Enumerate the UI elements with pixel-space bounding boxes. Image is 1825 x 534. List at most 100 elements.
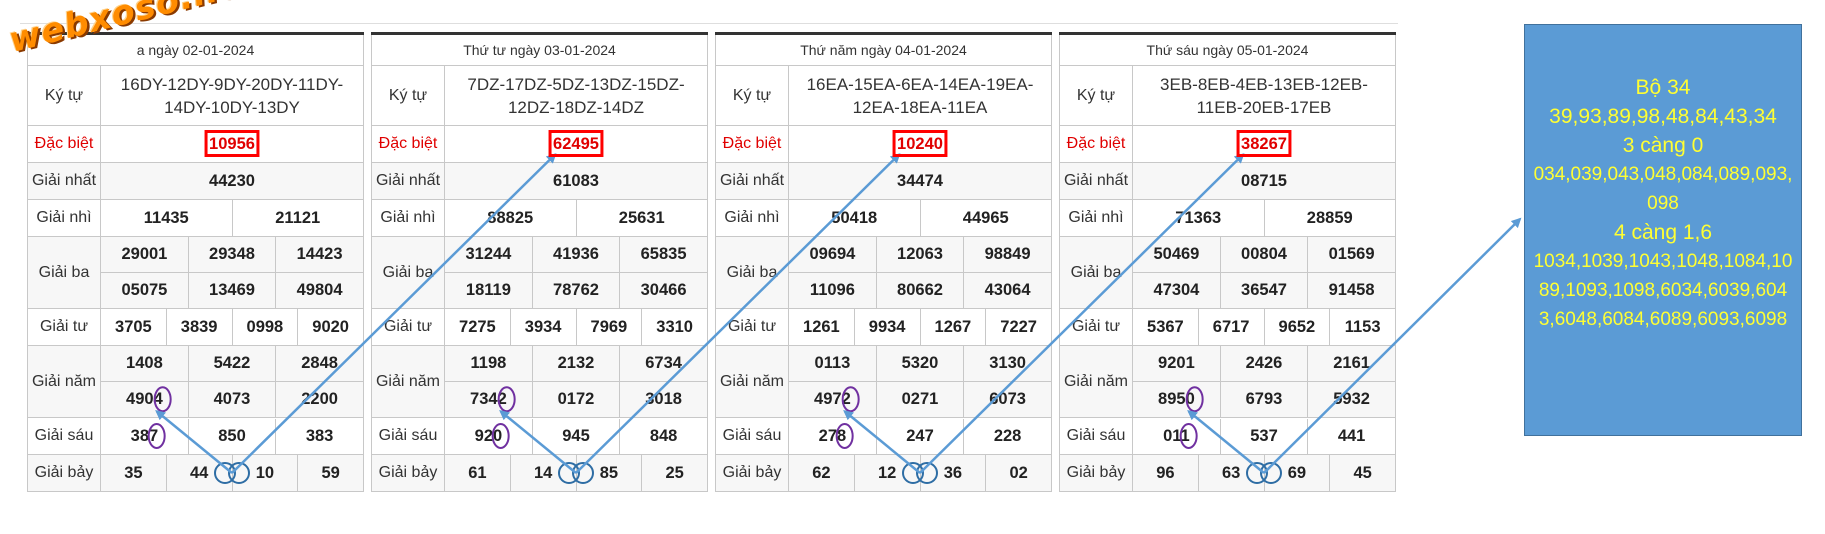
giai-tu-value: 9934	[853, 308, 921, 346]
giai-ba-value: 50469	[1133, 237, 1221, 273]
giai-nam-grid: 1198 2132 6734 7342 0172 3018	[444, 345, 708, 418]
giai-nam-grid: 1408 5422 2848 4904 4073 2200	[100, 345, 364, 418]
label-giai-nhat: Giải nhất	[27, 162, 101, 200]
ticket-date-header: Thứ năm ngày 04-01-2024	[715, 33, 1052, 66]
giai-tu-value: 7227	[985, 308, 1052, 346]
giai-ba-value: 11096	[789, 272, 877, 308]
giai-nam-value: 2200	[275, 381, 363, 417]
giai-nhi-value: 71363	[1132, 199, 1265, 237]
giai-nam-value: 0172	[532, 381, 621, 417]
giai-nam-value: 0113	[789, 346, 877, 382]
dac-biet-cell: 62495	[444, 125, 708, 163]
ky-tu-line-1: 16EA-15EA-6EA-14EA-19EA-	[806, 74, 1034, 94]
giai-sau-value: 383	[305, 426, 334, 445]
giai-bay-value: 59	[297, 454, 364, 492]
giai-bay-value: 63	[1197, 454, 1265, 492]
ky-tu-line-1: 7DZ-17DZ-5DZ-13DZ-15DZ-	[467, 74, 685, 94]
ky-tu-line-2: 12EA-18EA-11EA	[852, 97, 988, 117]
ky-tu-line-2: 11EB-20EB-17EB	[1196, 97, 1332, 117]
giai-ba-value: 31244	[445, 237, 533, 273]
label-giai-nam: Giải năm	[371, 345, 445, 418]
giai-nam-value: 5320	[876, 346, 965, 382]
infobox-4cang-title: 4 càng 1,6	[1613, 221, 1713, 244]
giai-nhat-value: 34474	[788, 162, 1052, 200]
label-giai-nhat: Giải nhất	[371, 162, 445, 200]
ky-tu-codes: 16EA-15EA-6EA-14EA-19EA- 12EA-18EA-11EA	[788, 65, 1052, 126]
giai-nam-grid: 9201 2426 2161 8950 6793 5932	[1132, 345, 1396, 418]
label-ky-tu: Ký tự	[27, 65, 101, 126]
label-giai-tu: Giải tư	[371, 308, 445, 346]
giai-bay-value: 14	[509, 454, 577, 492]
giai-tu-value: 3310	[641, 308, 708, 346]
label-giai-sau: Giải sáu	[371, 417, 445, 455]
dac-biet-cell: 10956	[100, 125, 364, 163]
giai-ba-value: 47304	[1133, 272, 1221, 308]
giai-tu-value: 5367	[1132, 308, 1199, 346]
ky-tu-codes: 3EB-8EB-4EB-13EB-12EB- 11EB-20EB-17EB	[1132, 65, 1396, 126]
dac-biet-value: 62495	[553, 134, 599, 153]
giai-ba-grid: 50469 00804 01569 47304 36547 91458	[1132, 236, 1396, 309]
dac-biet-value: 10956	[209, 134, 255, 153]
giai-nam-value: 9201	[1133, 346, 1221, 382]
giai-ba-value: 05075	[101, 272, 189, 308]
result-table: Thứ năm ngày 04-01-2024 Ký tự 16EA-15EA-6E…	[715, 32, 1052, 492]
label-giai-nam: Giải năm	[715, 345, 789, 418]
giai-bay-value: 62	[788, 454, 855, 492]
label-giai-nam: Giải năm	[1059, 345, 1133, 418]
giai-tu-value: 9652	[1263, 308, 1331, 346]
giai-nhat-value: 44230	[100, 162, 364, 200]
giai-ba-grid: 31244 41936 65835 18119 78762 30466	[444, 236, 708, 309]
giai-tu-value: 3839	[165, 308, 233, 346]
giai-sau-value: 537	[1220, 418, 1309, 454]
result-table: Thứ tư ngày 03-01-2024 Ký tự 7DZ-17DZ-5DZ-…	[371, 32, 708, 492]
giai-nam-value: 5932	[1307, 381, 1395, 417]
infobox-pairs: 39,93,89,98,48,84,43,34	[1549, 105, 1777, 128]
label-giai-ba: Giải ba	[27, 236, 101, 309]
giai-ba-value: 00804	[1220, 237, 1309, 273]
giai-ba-value: 36547	[1220, 272, 1309, 308]
giai-ba-value: 41936	[532, 237, 621, 273]
giai-bay-value: 69	[1263, 454, 1331, 492]
giai-nam-value: 5422	[188, 346, 277, 382]
label-giai-nhi: Giải nhì	[27, 199, 101, 237]
giai-tu-value: 0998	[231, 308, 299, 346]
giai-sau-value: 011	[1133, 418, 1221, 454]
label-giai-tu: Giải tư	[715, 308, 789, 346]
giai-nam-value: 6734	[619, 346, 707, 382]
giai-bay-value: 25	[641, 454, 708, 492]
giai-tu-value: 1267	[919, 308, 987, 346]
giai-tu-value: 9020	[297, 308, 364, 346]
giai-ba-grid: 09694 12063 98849 11096 80662 43064	[788, 236, 1052, 309]
giai-ba-value: 98849	[963, 237, 1051, 273]
ky-tu-codes: 7DZ-17DZ-5DZ-13DZ-15DZ- 12DZ-18DZ-14DZ	[444, 65, 708, 126]
giai-nhat-value: 61083	[444, 162, 708, 200]
giai-nam-value: 6073	[963, 381, 1051, 417]
label-giai-nhi: Giải nhì	[371, 199, 445, 237]
result-table: Thứ sáu ngày 05-01-2024 Ký tự 3EB-8EB-4EB-…	[1059, 32, 1396, 492]
giai-bay-value: 35	[100, 454, 167, 492]
result-ticket-3: Thứ năm ngày 04-01-2024 Ký tự 16EA-15EA-6E…	[715, 32, 1052, 492]
giai-nam-value: 2426	[1220, 346, 1309, 382]
giai-bay-value: 10	[231, 454, 299, 492]
giai-bay-value: 36	[919, 454, 987, 492]
ticket-date-header: Thứ tư ngày 03-01-2024	[371, 33, 708, 66]
dac-biet-value: 10240	[897, 134, 943, 153]
giai-nhi-value: 88825	[444, 199, 577, 237]
label-ky-tu: Ký tự	[715, 65, 789, 126]
giai-bay-value: 12	[853, 454, 921, 492]
giai-nam-grid: 0113 5320 3130 4972 0271 6073	[788, 345, 1052, 418]
infobox-3cang-title: 3 càng 0	[1622, 134, 1704, 157]
giai-nhi-value: 11435	[100, 199, 233, 237]
label-giai-ba: Giải ba	[1059, 236, 1133, 309]
giai-bay-value: 85	[575, 454, 643, 492]
label-dac-biet: Đặc biệt	[371, 125, 445, 163]
label-giai-nhat: Giải nhất	[715, 162, 789, 200]
giai-sau-value: 278	[789, 418, 877, 454]
giai-bay-value: 44	[165, 454, 233, 492]
giai-sau-value: 920	[445, 418, 533, 454]
giai-ba-value: 91458	[1307, 272, 1395, 308]
giai-tu-value: 7969	[575, 308, 643, 346]
giai-nam-value: 2132	[532, 346, 621, 382]
label-giai-bay: Giải bảy	[371, 454, 445, 492]
giai-sau-grid: 920 945 848	[444, 417, 708, 455]
